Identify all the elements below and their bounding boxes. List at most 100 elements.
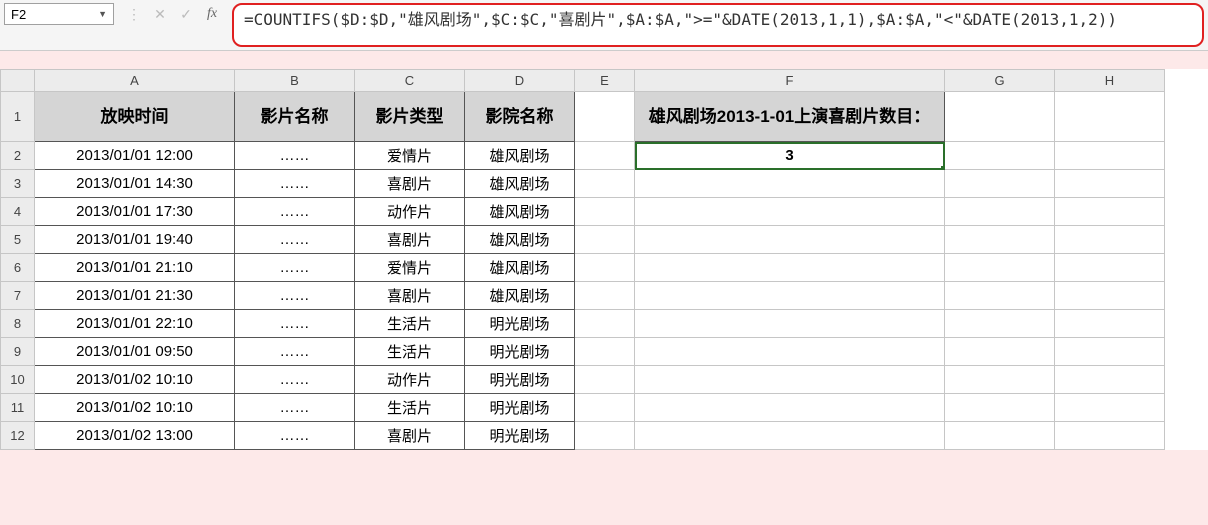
row-header-6[interactable]: 6 (1, 254, 35, 282)
cell-A8[interactable]: 2013/01/01 22:10 (35, 310, 235, 338)
cell-G10[interactable] (945, 366, 1055, 394)
cell-C12[interactable]: 喜剧片 (355, 422, 465, 450)
cell-G9[interactable] (945, 338, 1055, 366)
cell-D6[interactable]: 雄风剧场 (465, 254, 575, 282)
row-header-7[interactable]: 7 (1, 282, 35, 310)
cell-H1[interactable] (1055, 92, 1165, 142)
cell-D4[interactable]: 雄风剧场 (465, 198, 575, 226)
cell-C11[interactable]: 生活片 (355, 394, 465, 422)
column-header-A[interactable]: A (35, 70, 235, 92)
cell-E3[interactable] (575, 170, 635, 198)
cell-D11[interactable]: 明光剧场 (465, 394, 575, 422)
insert-function-icon[interactable]: fx (204, 6, 220, 22)
cell-F10[interactable] (635, 366, 945, 394)
cell-F2-selected[interactable]: 3 (635, 142, 945, 170)
row-header-10[interactable]: 10 (1, 366, 35, 394)
cell-E8[interactable] (575, 310, 635, 338)
cell-B9[interactable]: …… (235, 338, 355, 366)
column-header-H[interactable]: H (1055, 70, 1165, 92)
cell-A12[interactable]: 2013/01/02 13:00 (35, 422, 235, 450)
cell-G7[interactable] (945, 282, 1055, 310)
cell-G5[interactable] (945, 226, 1055, 254)
cell-B12[interactable]: …… (235, 422, 355, 450)
cell-C4[interactable]: 动作片 (355, 198, 465, 226)
cell-B7[interactable]: …… (235, 282, 355, 310)
cell-F7[interactable] (635, 282, 945, 310)
cell-H7[interactable] (1055, 282, 1165, 310)
cell-E5[interactable] (575, 226, 635, 254)
column-header-E[interactable]: E (575, 70, 635, 92)
cell-G11[interactable] (945, 394, 1055, 422)
cell-E4[interactable] (575, 198, 635, 226)
cell-B2[interactable]: …… (235, 142, 355, 170)
cell-F11[interactable] (635, 394, 945, 422)
cell-A2[interactable]: 2013/01/01 12:00 (35, 142, 235, 170)
cell-D5[interactable]: 雄风剧场 (465, 226, 575, 254)
row-header-3[interactable]: 3 (1, 170, 35, 198)
cell-C6[interactable]: 爱情片 (355, 254, 465, 282)
column-header-B[interactable]: B (235, 70, 355, 92)
cell-H2[interactable] (1055, 142, 1165, 170)
confirm-formula-icon[interactable]: ✓ (178, 6, 194, 23)
column-header-D[interactable]: D (465, 70, 575, 92)
cell-G12[interactable] (945, 422, 1055, 450)
cell-F12[interactable] (635, 422, 945, 450)
cell-H5[interactable] (1055, 226, 1165, 254)
cell-H9[interactable] (1055, 338, 1165, 366)
cell-B5[interactable]: …… (235, 226, 355, 254)
cell-E6[interactable] (575, 254, 635, 282)
cell-H4[interactable] (1055, 198, 1165, 226)
cell-A7[interactable]: 2013/01/01 21:30 (35, 282, 235, 310)
cell-E2[interactable] (575, 142, 635, 170)
cell-D2[interactable]: 雄风剧场 (465, 142, 575, 170)
cell-D7[interactable]: 雄风剧场 (465, 282, 575, 310)
cell-D3[interactable]: 雄风剧场 (465, 170, 575, 198)
cell-H8[interactable] (1055, 310, 1165, 338)
cell-A3[interactable]: 2013/01/01 14:30 (35, 170, 235, 198)
cell-F5[interactable] (635, 226, 945, 254)
cell-A11[interactable]: 2013/01/02 10:10 (35, 394, 235, 422)
fill-handle[interactable] (941, 166, 945, 170)
cell-B11[interactable]: …… (235, 394, 355, 422)
formula-input[interactable]: =COUNTIFS($D:$D,"雄风剧场",$C:$C,"喜剧片",$A:$A… (232, 3, 1204, 47)
cell-E9[interactable] (575, 338, 635, 366)
header-cell-D[interactable]: 影院名称 (465, 92, 575, 142)
cell-F6[interactable] (635, 254, 945, 282)
row-header-8[interactable]: 8 (1, 310, 35, 338)
cell-E12[interactable] (575, 422, 635, 450)
cell-H3[interactable] (1055, 170, 1165, 198)
cell-A6[interactable]: 2013/01/01 21:10 (35, 254, 235, 282)
name-box[interactable]: F2 ▼ (4, 3, 114, 25)
cell-F9[interactable] (635, 338, 945, 366)
cell-A5[interactable]: 2013/01/01 19:40 (35, 226, 235, 254)
cell-E1[interactable] (575, 92, 635, 142)
column-header-C[interactable]: C (355, 70, 465, 92)
row-header-11[interactable]: 11 (1, 394, 35, 422)
cell-E7[interactable] (575, 282, 635, 310)
cell-F3[interactable] (635, 170, 945, 198)
cell-B8[interactable]: …… (235, 310, 355, 338)
cell-G3[interactable] (945, 170, 1055, 198)
cell-C2[interactable]: 爱情片 (355, 142, 465, 170)
cell-C3[interactable]: 喜剧片 (355, 170, 465, 198)
cell-G8[interactable] (945, 310, 1055, 338)
spreadsheet-grid[interactable]: ABCDEFGH1放映时间影片名称影片类型影院名称雄风剧场2013-1-01上演… (0, 69, 1208, 450)
cell-C5[interactable]: 喜剧片 (355, 226, 465, 254)
header-cell-B[interactable]: 影片名称 (235, 92, 355, 142)
column-header-F[interactable]: F (635, 70, 945, 92)
name-box-dropdown-icon[interactable]: ▼ (98, 9, 107, 19)
cell-H10[interactable] (1055, 366, 1165, 394)
cell-B4[interactable]: …… (235, 198, 355, 226)
column-header-G[interactable]: G (945, 70, 1055, 92)
row-header-9[interactable]: 9 (1, 338, 35, 366)
cell-H6[interactable] (1055, 254, 1165, 282)
cell-F8[interactable] (635, 310, 945, 338)
cell-G4[interactable] (945, 198, 1055, 226)
cell-E10[interactable] (575, 366, 635, 394)
row-header-4[interactable]: 4 (1, 198, 35, 226)
cell-C7[interactable]: 喜剧片 (355, 282, 465, 310)
header-cell-F[interactable]: 雄风剧场2013-1-01上演喜剧片数目： (635, 92, 945, 142)
cell-G2[interactable] (945, 142, 1055, 170)
cell-H11[interactable] (1055, 394, 1165, 422)
select-all-corner[interactable] (1, 70, 35, 92)
